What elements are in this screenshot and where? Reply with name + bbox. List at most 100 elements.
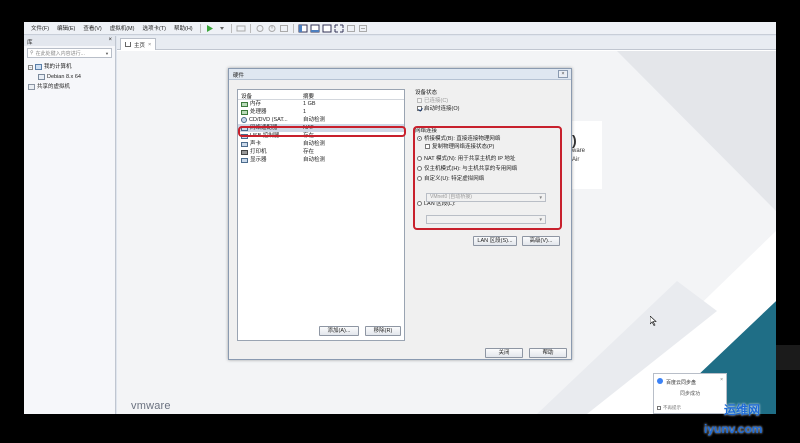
connected-checkbox[interactable] — [417, 98, 422, 104]
device-summary: 1 GB — [303, 101, 316, 107]
device-name: 处理器 — [250, 109, 267, 115]
device-row-memory[interactable]: 内存 1 GB — [238, 100, 404, 108]
fullscreen-icon[interactable] — [334, 24, 344, 33]
show-library-icon[interactable] — [298, 24, 308, 33]
close-icon[interactable]: × — [558, 70, 568, 78]
add-device-button[interactable]: 添加(A)... — [319, 326, 359, 336]
toolbar-separator — [230, 23, 232, 33]
close-icon[interactable]: × — [148, 42, 151, 48]
tree-label: 我的计算机 — [44, 64, 72, 70]
stretch-icon[interactable] — [358, 24, 368, 33]
menu-edit[interactable]: 编辑(E) — [53, 24, 79, 32]
close-icon[interactable]: × — [720, 377, 723, 383]
notification-title: 百度云同步盘 — [666, 380, 697, 386]
device-list-header: 设备 摘要 — [238, 90, 404, 100]
device-summary: 自动检测 — [303, 117, 326, 123]
device-status-group: 设备状态 已连接(C) 启动时连接(O) — [415, 89, 565, 113]
toolbar-separator — [292, 23, 294, 33]
product-line1: ware — [572, 148, 586, 154]
highlight-network-connection — [413, 126, 562, 230]
connected-option: 已连接(C) — [415, 97, 565, 105]
snapshot-icon[interactable] — [255, 24, 265, 33]
column-device: 设备 — [241, 94, 253, 100]
product-line2: Air — [572, 157, 580, 163]
library-tree: − 我的计算机 Debian 8.x 64 共享的虚拟机 — [24, 60, 115, 94]
device-row-display[interactable]: 显示器 自动检测 — [238, 156, 404, 164]
vmware-logo: vmware — [131, 400, 171, 412]
site-watermark: 运维网 iyunv.com — [700, 400, 800, 443]
watermark-line2: iyunv.com — [704, 422, 763, 436]
revert-snapshot-icon[interactable] — [267, 24, 277, 33]
notification-message: 同步成功 — [680, 391, 701, 397]
help-button[interactable]: 帮助 — [529, 348, 567, 358]
cd-dvd-icon — [241, 117, 247, 123]
send-keys-icon[interactable] — [236, 24, 246, 33]
device-name: 打印机 — [250, 149, 267, 155]
tree-item-vm[interactable]: Debian 8.x 64 — [28, 72, 111, 82]
watermark-line1: 运维网 — [724, 403, 761, 417]
device-row-processor[interactable]: 处理器 1 — [238, 108, 404, 116]
cloud-sync-icon — [657, 378, 663, 384]
device-name: 声卡 — [250, 141, 262, 147]
menu-file[interactable]: 文件(F) — [27, 24, 53, 32]
no-remind-checkbox[interactable] — [657, 405, 661, 410]
remove-device-button[interactable]: 移除(R) — [365, 326, 401, 336]
no-remind-option[interactable]: 不再提示 — [657, 405, 681, 411]
device-row-sound[interactable]: 声卡 自动检测 — [238, 140, 404, 148]
tab-home[interactable]: 主页 × — [120, 38, 157, 50]
connect-on-power-label: 启动时连接(O) — [424, 106, 460, 112]
close-icon[interactable]: × — [108, 37, 112, 43]
device-summary: 1 — [303, 109, 307, 115]
menu-help[interactable]: 帮助(H) — [170, 24, 197, 32]
snapshot-manager-icon[interactable] — [279, 24, 289, 33]
dropdown-icon[interactable] — [217, 24, 227, 33]
library-panel: 库 × ⚲ 在此处键入内容进行... ▼ − 我的计算机 Debian 8.x … — [24, 36, 116, 414]
tab-bar: 主页 × — [117, 36, 776, 50]
toolbar-separator — [249, 23, 251, 33]
library-search-input[interactable]: ⚲ 在此处键入内容进行... ▼ — [27, 48, 112, 58]
menu-tabs[interactable]: 选项卡(T) — [138, 24, 170, 32]
highlight-network-adapter — [238, 126, 406, 137]
connect-on-power-option: 启动时连接(O) — [415, 105, 565, 113]
dialog-titlebar: 硬件 × — [229, 69, 571, 80]
processor-icon — [241, 109, 248, 115]
shared-vm-icon — [28, 84, 35, 90]
mouse-cursor-icon — [650, 316, 657, 326]
unity-icon[interactable] — [346, 24, 356, 33]
console-view-icon[interactable] — [322, 24, 332, 33]
device-status-title: 设备状态 — [415, 90, 438, 96]
connect-on-power-checkbox[interactable] — [417, 106, 422, 112]
menu-view[interactable]: 查看(V) — [79, 24, 105, 32]
tree-label: Debian 8.x 64 — [47, 74, 81, 80]
search-placeholder: 在此处键入内容进行... — [35, 50, 85, 57]
collapse-icon[interactable]: − — [28, 64, 33, 70]
thumbnail-bar-icon[interactable] — [310, 24, 320, 33]
hardware-dialog: 硬件 × 设备 摘要 内存 1 GB 处理器 1 CD/DVD (SAT... … — [228, 68, 572, 360]
device-row-printer[interactable]: 打印机 存在 — [238, 148, 404, 156]
dialog-title: 硬件 — [233, 73, 245, 79]
tree-item-shared-vms[interactable]: 共享的虚拟机 — [28, 82, 111, 92]
device-summary: 存在 — [303, 149, 315, 155]
device-row-cd-dvd[interactable]: CD/DVD (SAT... 自动检测 — [238, 116, 404, 124]
advanced-button[interactable]: 高级(V)... — [522, 236, 560, 246]
search-icon: ⚲ — [30, 50, 34, 56]
toolbar-separator — [199, 23, 201, 33]
tree-label: 共享的虚拟机 — [37, 84, 71, 90]
column-summary: 摘要 — [303, 94, 315, 100]
tree-item-my-computer[interactable]: − 我的计算机 — [28, 62, 111, 72]
library-header: 库 × — [24, 36, 115, 46]
no-remind-label: 不再提示 — [663, 405, 681, 410]
memory-icon — [241, 101, 248, 107]
power-on-icon[interactable] — [205, 24, 215, 33]
library-title: 库 — [27, 40, 33, 46]
taskbar-edge — [776, 345, 800, 370]
computer-icon — [35, 64, 42, 70]
connected-label: 已连接(C) — [424, 98, 449, 104]
lan-segments-button[interactable]: LAN 区段(S)... — [473, 236, 517, 246]
close-button[interactable]: 关闭 — [485, 348, 523, 358]
printer-icon — [241, 149, 248, 155]
device-summary: 自动检测 — [303, 157, 326, 163]
product-icon: ) — [572, 132, 577, 148]
menu-vm[interactable]: 虚拟机(M) — [106, 24, 139, 32]
chevron-down-icon[interactable]: ▼ — [105, 51, 109, 56]
